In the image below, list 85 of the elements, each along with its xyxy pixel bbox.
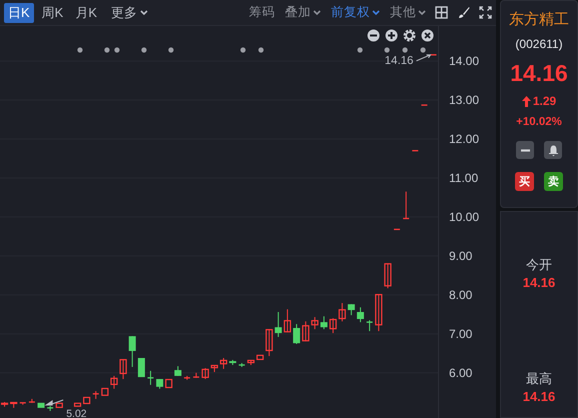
stat-label: 最高	[526, 370, 552, 388]
toolbar-button[interactable]: 叠加	[285, 4, 321, 21]
caret-icon	[140, 10, 148, 16]
candle	[229, 359, 236, 366]
candle	[92, 390, 99, 400]
candle	[311, 316, 318, 330]
pointer-arrow	[416, 54, 432, 62]
axis-label: 12.00	[449, 132, 480, 146]
candle	[356, 306, 364, 323]
candle	[165, 378, 172, 388]
low-price-label: 5.02	[66, 408, 87, 418]
candle	[348, 304, 355, 316]
candle	[266, 328, 273, 357]
caret-icon	[372, 10, 380, 16]
candle	[320, 316, 328, 330]
axis-label: 7.00	[449, 326, 472, 341]
candle	[28, 398, 35, 404]
more-dropdown[interactable]: 更多	[111, 4, 148, 22]
candle	[384, 262, 392, 289]
candle	[302, 320, 310, 342]
toolbar-button[interactable]: 其他	[390, 4, 426, 21]
period-tab[interactable]: 日K	[4, 2, 34, 22]
close-icon[interactable]	[421, 29, 434, 42]
price-change: 1.29	[532, 94, 556, 108]
candle	[193, 372, 200, 378]
candle	[238, 362, 245, 368]
stock-code: (002611)	[515, 37, 563, 51]
event-markers[interactable]	[77, 47, 426, 53]
candle	[120, 358, 127, 380]
candle	[83, 396, 90, 404]
candle	[329, 318, 337, 334]
candle	[403, 191, 410, 220]
candle	[174, 366, 182, 376]
axis-label: 13.00	[449, 93, 480, 108]
period-tab[interactable]: 月K	[71, 2, 102, 22]
candle	[184, 375, 190, 380]
axis-label: 9.00	[449, 248, 472, 263]
buy-button[interactable]: 买	[515, 172, 534, 191]
sell-button[interactable]: 卖	[544, 172, 563, 191]
zoom-in-icon[interactable]	[385, 29, 398, 42]
bell-icon	[546, 144, 560, 156]
candle	[375, 294, 382, 332]
candle	[274, 312, 282, 338]
candle	[202, 368, 209, 380]
candle	[20, 402, 26, 406]
axis-label: 14.00	[449, 54, 480, 68]
last-price: 14.16	[510, 60, 568, 87]
stat-label: 今开	[526, 256, 552, 274]
up-arrow-icon	[522, 96, 531, 106]
candle	[128, 336, 136, 368]
candle	[0, 402, 8, 408]
alert-button[interactable]	[544, 141, 562, 159]
stock-name: 东方精工	[509, 10, 569, 29]
candle	[74, 402, 82, 407]
percent-change: +10.02%	[516, 116, 562, 128]
candle	[366, 320, 373, 332]
candle	[56, 402, 63, 408]
settings-icon[interactable]	[403, 29, 416, 42]
period-tab[interactable]: 周K	[38, 2, 68, 22]
stat-value: 14.16	[522, 389, 556, 404]
minus-button[interactable]	[516, 141, 534, 159]
axis-label: 10.00	[449, 210, 480, 224]
stat-value: 14.16	[522, 275, 556, 290]
candle	[148, 370, 154, 386]
toolbar-button[interactable]: 前复权	[331, 4, 380, 21]
candle	[47, 405, 54, 412]
brush-icon[interactable]	[457, 6, 470, 19]
candle	[293, 324, 300, 344]
candle	[338, 302, 346, 322]
axis-label: 6.00	[449, 366, 472, 380]
toolbar-button[interactable]: 筹码	[249, 4, 275, 21]
candle	[138, 358, 145, 378]
candle	[38, 402, 45, 408]
high-price-label: 14.16	[384, 54, 414, 67]
fullscreen-icon[interactable]	[479, 6, 492, 19]
axis-label: 8.00	[449, 288, 472, 302]
candle	[156, 378, 164, 390]
grid-icon[interactable]	[435, 6, 448, 19]
axis-label: 11.00	[449, 170, 478, 185]
candle	[10, 402, 18, 408]
caret-icon	[418, 10, 426, 16]
candle	[284, 308, 292, 333]
zoom-out-icon[interactable]	[367, 29, 380, 42]
pointer-arrow	[46, 399, 64, 406]
caret-icon	[313, 10, 321, 16]
